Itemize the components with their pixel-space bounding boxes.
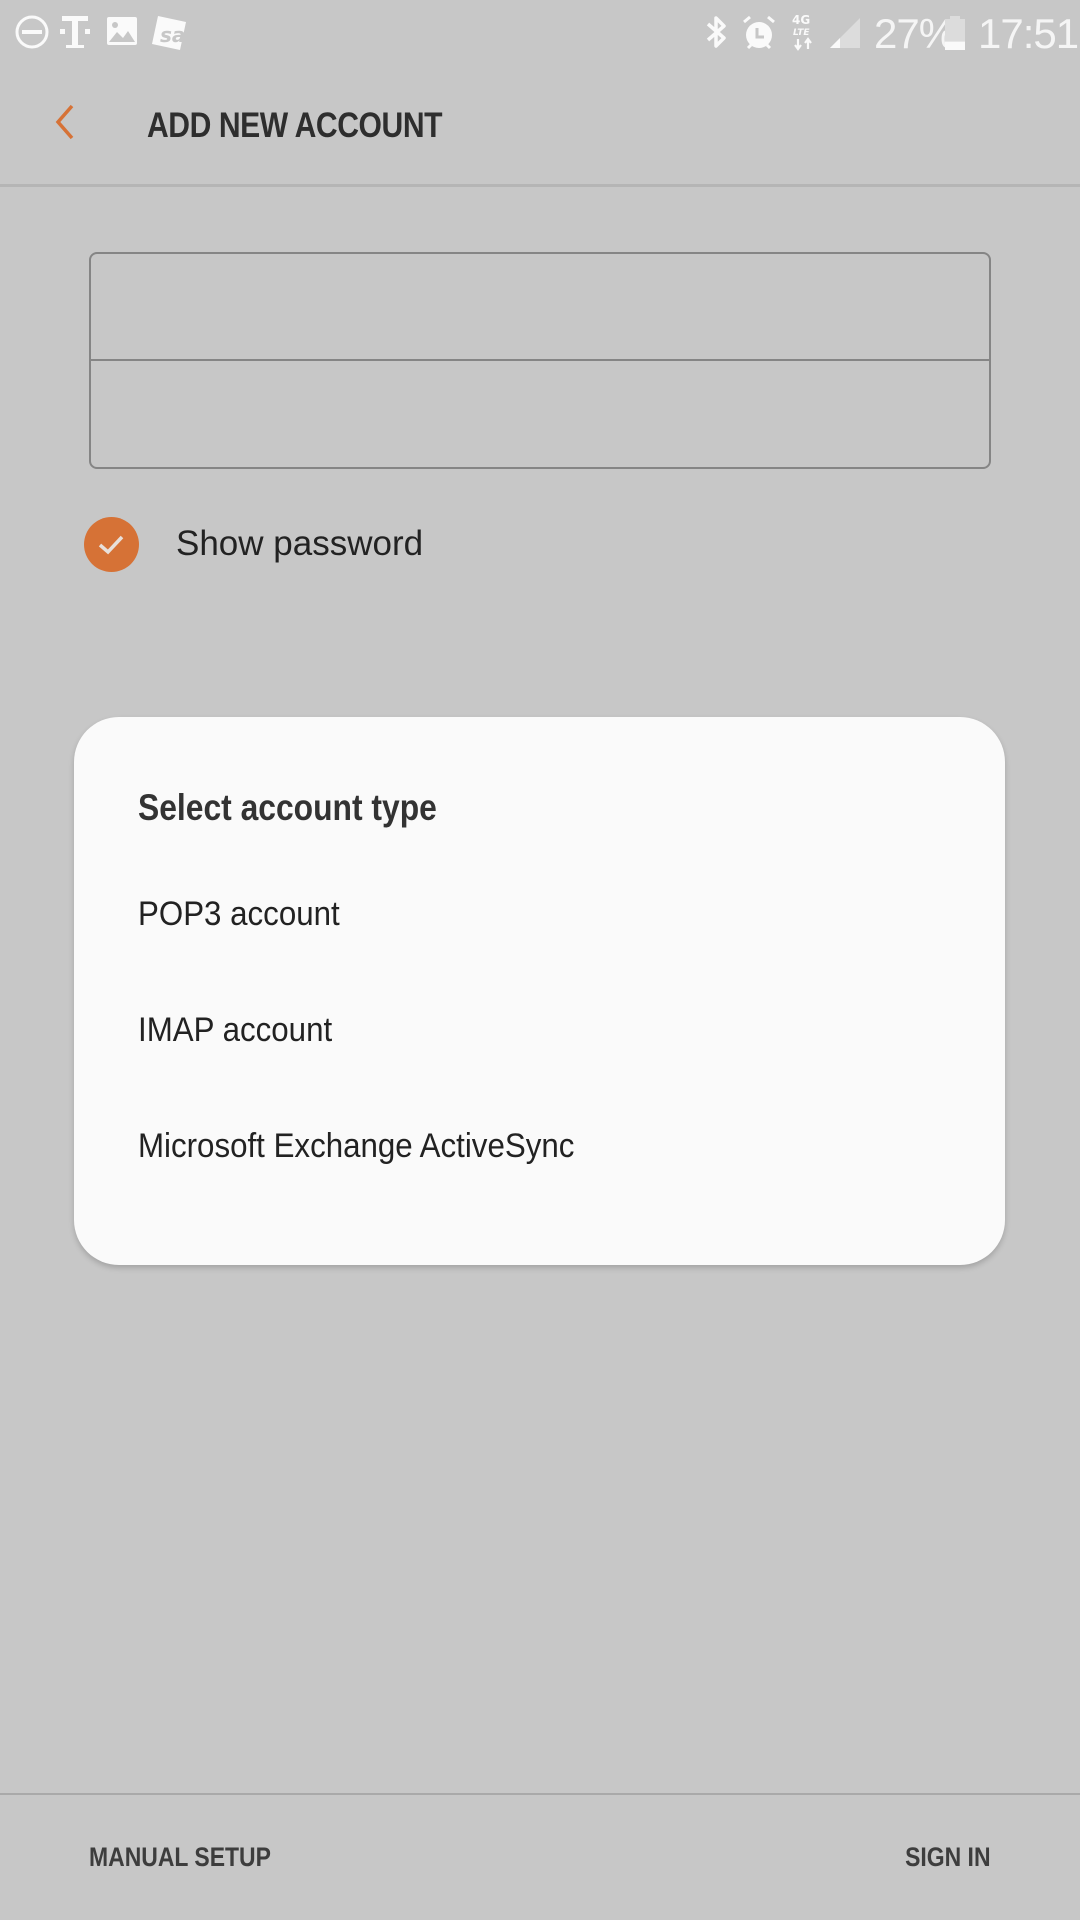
manual-setup-button[interactable]: MANUAL SETUP bbox=[89, 1795, 271, 1920]
option-imap-account[interactable]: IMAP account bbox=[74, 975, 1005, 1085]
bluetooth-icon bbox=[704, 14, 730, 55]
option-label: Microsoft Exchange ActiveSync bbox=[138, 1127, 575, 1165]
dialog-title: Select account type bbox=[138, 787, 437, 828]
do-not-disturb-icon bbox=[14, 14, 50, 55]
show-password-checkbox[interactable] bbox=[84, 517, 139, 572]
clock: 17:51 bbox=[978, 10, 1079, 57]
option-label: POP3 account bbox=[138, 895, 340, 933]
option-pop3-account[interactable]: POP3 account bbox=[74, 859, 1005, 969]
account-type-dialog: Select account type POP3 account IMAP ac… bbox=[74, 717, 1005, 1265]
app-header: ADD NEW ACCOUNT bbox=[0, 70, 1080, 187]
gallery-icon bbox=[106, 14, 138, 53]
sd-card-icon: sa bbox=[150, 14, 190, 57]
svg-text:sa: sa bbox=[160, 23, 185, 47]
sign-in-button[interactable]: SIGN IN bbox=[906, 1795, 991, 1920]
chevron-left-icon bbox=[44, 104, 104, 164]
battery-percent: 27% bbox=[874, 10, 956, 57]
password-field[interactable] bbox=[91, 361, 989, 468]
status-bar: sa 4G LTE 27% 17:51 bbox=[0, 0, 1080, 70]
option-label: IMAP account bbox=[138, 1011, 333, 1049]
alarm-icon bbox=[740, 14, 778, 57]
t-mobile-icon bbox=[60, 14, 92, 55]
signal-icon bbox=[828, 16, 862, 55]
svg-text:4G: 4G bbox=[792, 13, 810, 27]
back-button[interactable] bbox=[44, 100, 104, 160]
page-title: ADD NEW ACCOUNT bbox=[147, 106, 443, 145]
svg-text:LTE: LTE bbox=[793, 28, 810, 38]
email-field[interactable] bbox=[91, 254, 989, 361]
show-password-label: Show password bbox=[176, 524, 424, 563]
bottom-action-bar: MANUAL SETUP SIGN IN bbox=[0, 1793, 1080, 1920]
checkmark-icon bbox=[84, 535, 139, 576]
4g-lte-icon: 4G LTE bbox=[790, 12, 820, 57]
credentials-input-group bbox=[89, 252, 991, 469]
battery-icon bbox=[944, 16, 966, 55]
option-exchange-activesync[interactable]: Microsoft Exchange ActiveSync bbox=[74, 1091, 1005, 1201]
show-password-checkbox-row[interactable]: Show password bbox=[84, 514, 504, 574]
